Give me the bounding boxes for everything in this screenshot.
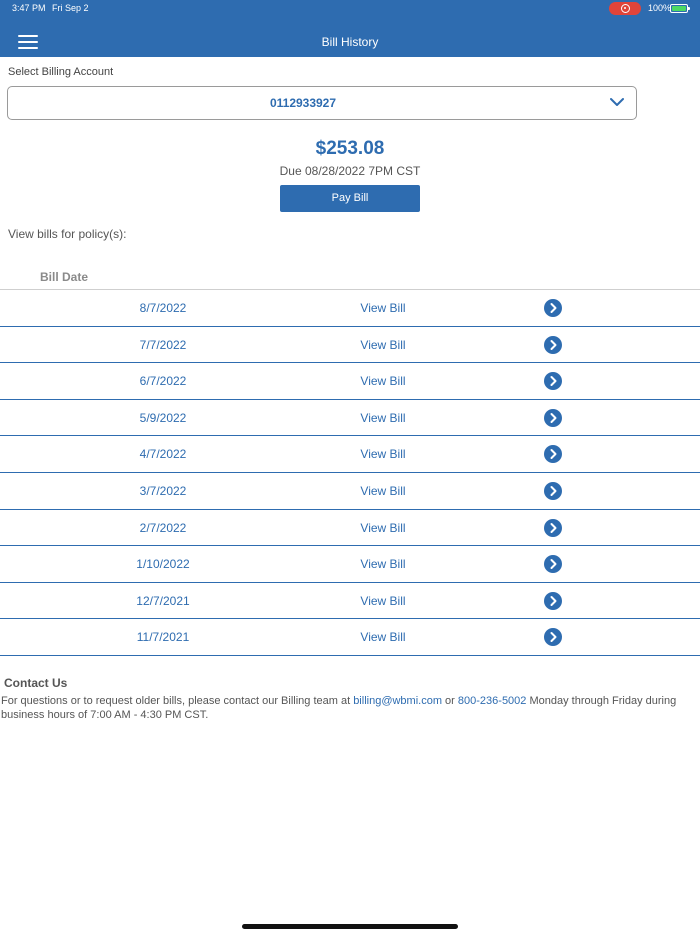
pay-bill-button[interactable]: Pay Bill xyxy=(280,185,420,212)
contact-us-text: For questions or to request older bills,… xyxy=(1,694,693,722)
contact-us-heading: Contact Us xyxy=(4,676,68,690)
bill-date: 3/7/2022 xyxy=(139,483,187,498)
bill-date-column-header: Bill Date xyxy=(40,270,89,284)
home-indicator[interactable] xyxy=(242,924,458,929)
bill-date: 11/7/2021 xyxy=(136,630,190,645)
status-time: 3:47 PM xyxy=(12,3,46,13)
view-bill-link[interactable]: View Bill xyxy=(340,338,426,352)
table-row[interactable]: 12/7/2021 View Bill xyxy=(0,583,700,620)
billing-account-value: 0112933927 xyxy=(269,96,337,110)
view-bill-link[interactable]: View Bill xyxy=(340,447,426,461)
page-title: Bill History xyxy=(321,35,379,49)
billing-email-link[interactable]: billing@wbmi.com xyxy=(353,695,442,707)
billing-account-select[interactable]: 0112933927 xyxy=(7,86,637,120)
bill-date: 8/7/2022 xyxy=(139,301,187,315)
amount-due: $253.08 xyxy=(315,138,385,159)
table-row[interactable]: 7/7/2022 View Bill xyxy=(0,327,700,364)
battery-icon xyxy=(670,4,690,13)
bill-history-table: 8/7/2022 View Bill 7/7/2022 View Bill 6/… xyxy=(0,289,700,656)
bill-date: 7/7/2022 xyxy=(139,337,187,352)
contact-text-or: or xyxy=(442,695,458,707)
view-bill-link[interactable]: View Bill xyxy=(340,594,426,608)
chevron-right-circle-icon[interactable] xyxy=(544,518,562,537)
view-bill-link[interactable]: View Bill xyxy=(340,374,426,388)
bill-date: 2/7/2022 xyxy=(139,520,187,535)
table-row[interactable]: 1/10/2022 View Bill xyxy=(0,546,700,583)
chevron-right-circle-icon[interactable] xyxy=(544,299,562,317)
view-bill-link[interactable]: View Bill xyxy=(340,411,426,425)
chevron-right-circle-icon[interactable] xyxy=(544,372,562,391)
chevron-right-circle-icon[interactable] xyxy=(544,445,562,464)
top-bar: 3:47 PM Fri Sep 2 100% Bill History xyxy=(0,0,700,57)
table-row[interactable]: 2/7/2022 View Bill xyxy=(0,510,700,547)
bill-date: 4/7/2022 xyxy=(139,447,187,462)
bill-date: 6/7/2022 xyxy=(139,374,187,389)
table-row[interactable]: 5/9/2022 View Bill xyxy=(0,400,700,437)
billing-phone-link[interactable]: 800-236-5002 xyxy=(458,695,527,707)
screen-record-indicator[interactable] xyxy=(609,2,641,15)
table-row[interactable]: 4/7/2022 View Bill xyxy=(0,436,700,473)
contact-text-intro: For questions or to request older bills,… xyxy=(1,695,354,707)
bill-date: 1/10/2022 xyxy=(136,557,190,572)
table-row[interactable]: 11/7/2021 View Bill xyxy=(0,619,700,656)
bill-date: 12/7/2021 xyxy=(136,593,190,608)
chevron-right-circle-icon[interactable] xyxy=(544,481,562,500)
table-row[interactable]: 3/7/2022 View Bill xyxy=(0,473,700,510)
policy-label: View bills for policy(s): xyxy=(8,227,127,241)
bill-date: 5/9/2022 xyxy=(139,410,187,425)
chevron-right-circle-icon[interactable] xyxy=(544,591,562,610)
status-date: Fri Sep 2 xyxy=(52,3,89,13)
view-bill-link[interactable]: View Bill xyxy=(340,557,426,571)
view-bill-link[interactable]: View Bill xyxy=(340,521,426,535)
battery-percentage: 100% xyxy=(648,3,672,13)
view-bill-link[interactable]: View Bill xyxy=(340,301,426,315)
billing-account-label: Select Billing Account xyxy=(8,66,114,78)
due-date: Due 08/28/2022 7PM CST xyxy=(279,164,421,178)
table-row[interactable]: 6/7/2022 View Bill xyxy=(0,363,700,400)
chevron-right-circle-icon[interactable] xyxy=(544,335,562,354)
chevron-down-icon xyxy=(610,98,624,106)
view-bill-link[interactable]: View Bill xyxy=(340,630,426,644)
chevron-right-circle-icon[interactable] xyxy=(544,555,562,574)
chevron-right-circle-icon[interactable] xyxy=(544,628,562,647)
record-icon xyxy=(621,4,630,13)
view-bill-link[interactable]: View Bill xyxy=(340,484,426,498)
table-row[interactable]: 8/7/2022 View Bill xyxy=(0,290,700,327)
chevron-right-circle-icon[interactable] xyxy=(544,408,562,427)
